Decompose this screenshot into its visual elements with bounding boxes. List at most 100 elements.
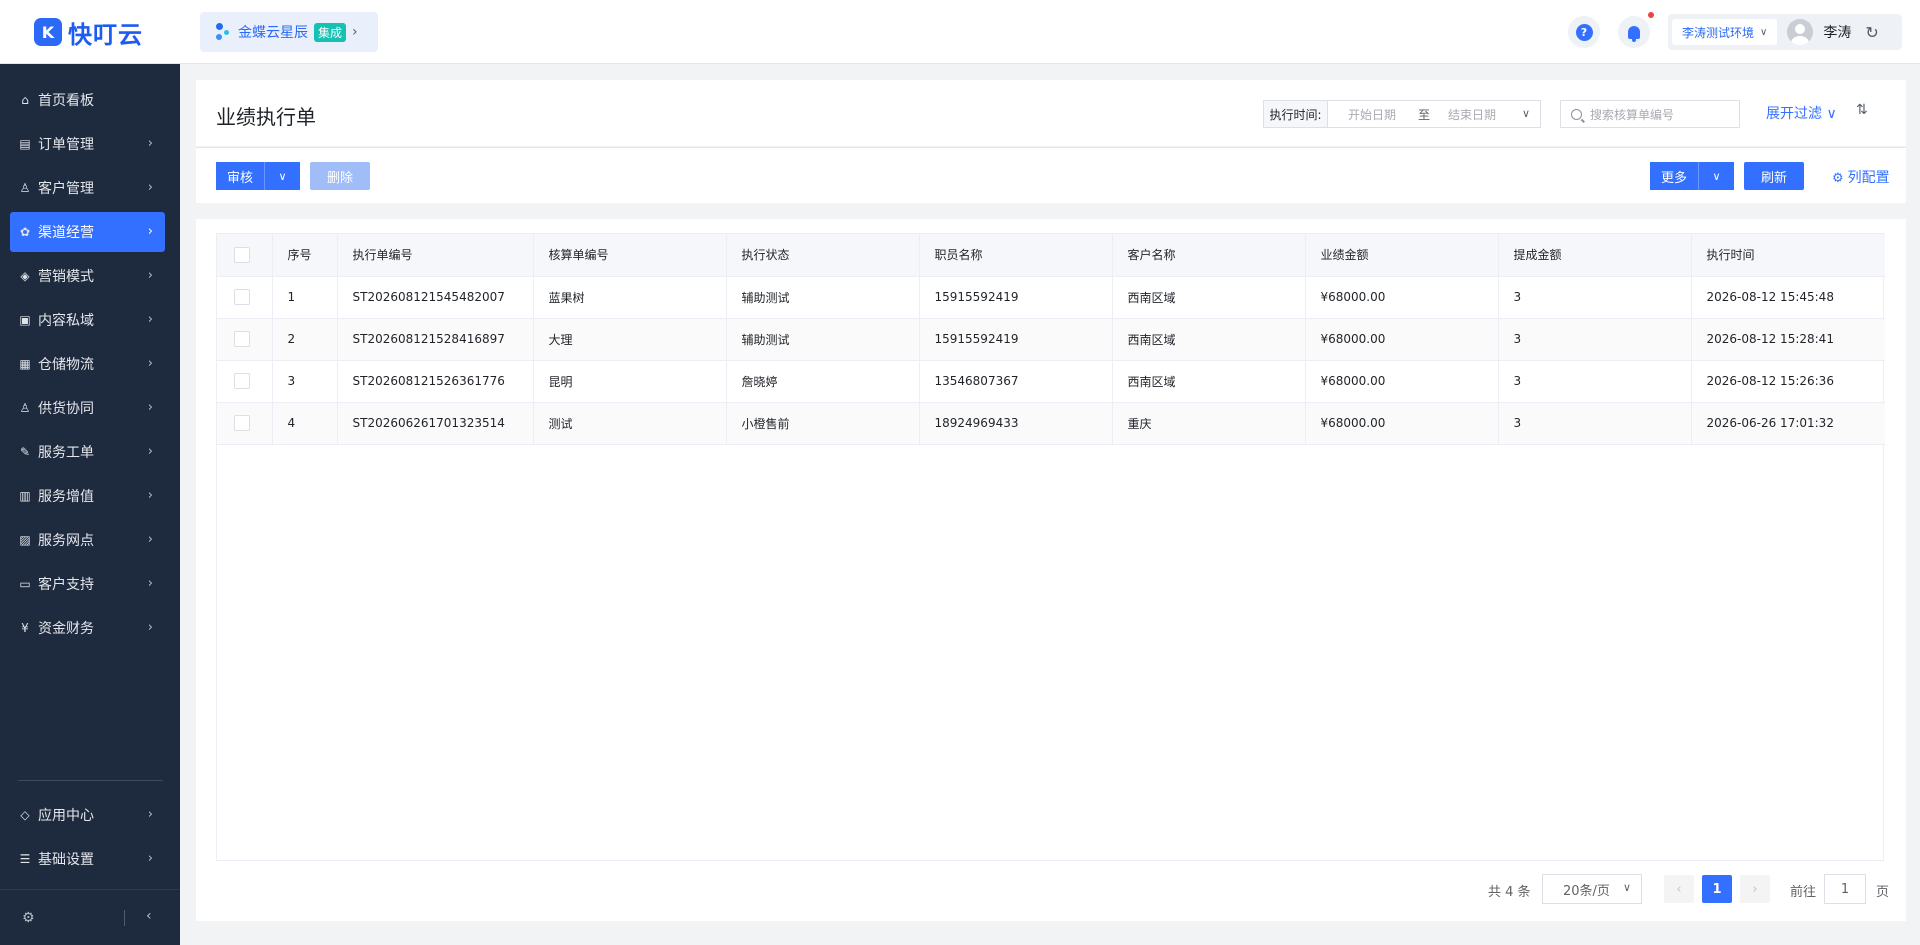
row-checkbox[interactable] [234,331,250,347]
expand-filter-link[interactable]: 展开过滤 ∨ [1766,103,1837,123]
column-header[interactable]: 执行时间 [1691,234,1885,277]
help-icon: ? [1575,23,1593,41]
data-table: 序号 执行单编号 核算单编号 执行状态 职员名称 客户名称 业绩金额 提成金额 执行时间 1 ST… [216,233,1885,861]
table-cell: 3 [272,360,338,403]
refresh-icon[interactable]: ↻ [1865,23,1878,42]
execution-date-range[interactable]: 执行时间: 开始日期 至 结束日期 ∨ [1263,100,1541,128]
select-all-checkbox[interactable] [234,246,250,263]
row-checkbox[interactable] [234,373,250,389]
delete-button[interactable]: 删除 [310,162,370,190]
environment-select[interactable]: 李涛测试环境 ∨ [1672,19,1778,45]
sidebar-item-8[interactable]: ✎ 服务工单 › [10,432,165,472]
more-dropdown-icon[interactable]: ∨ [1698,162,1734,190]
select-all-checkbox-cell [217,234,273,277]
column-header[interactable]: 客户名称 [1112,234,1306,277]
menu-icon: ▨ [19,533,31,547]
sidebar-item-12[interactable]: ¥ 资金财务 › [10,608,165,648]
sidebar-item-5[interactable]: ▣ 内容私域 › [10,300,165,340]
table-cell: 詹晓婷 [726,360,920,403]
sidebar-item-bottom-1[interactable]: ☰ 基础设置 › [10,839,165,879]
chevron-right-icon: › [147,576,153,591]
sidebar-item-9[interactable]: ▥ 服务增值 › [10,476,165,516]
sidebar-item-label: 服务网点 [38,533,94,549]
refresh-button[interactable]: 刷新 [1744,162,1804,190]
goto-page-input[interactable]: 1 [1824,874,1866,904]
brand-logo[interactable]: K 快叮云 [34,16,143,49]
audit-button[interactable]: 审核 [216,167,264,186]
page-header: 业绩执行单 执行时间: 开始日期 至 结束日期 ∨ 搜索核算单编号 展开过滤 ∨… [196,80,1906,146]
table-cell: 2026-08-12 15:26:36 [1691,360,1885,403]
table-cell: ST202606261701323514 [337,402,534,445]
notification-button[interactable] [1618,16,1650,48]
sidebar-item-1[interactable]: ▤ 订单管理 › [10,124,165,164]
table-cell: 15915592419 [919,318,1113,361]
table-cell: 13546807367 [919,360,1113,403]
help-button[interactable]: ? [1568,16,1600,48]
page-size-select[interactable]: 20条/页 ∨ [1542,874,1642,904]
gear-icon[interactable]: ⚙ [22,910,35,926]
table-cell: ¥68000.00 [1305,318,1499,361]
avatar[interactable] [1787,19,1814,45]
end-date-input[interactable]: 结束日期 [1448,106,1496,123]
sidebar-item-11[interactable]: ▭ 客户支持 › [10,564,165,604]
chevron-right-icon: › [147,851,153,866]
table-cell: 西南区域 [1112,360,1306,403]
menu-icon: ▦ [19,357,31,371]
integration-switcher[interactable]: 金蝶云星辰 集成 › [200,12,378,52]
menu-icon: ⌂ [21,93,29,107]
sidebar-item-0[interactable]: ⌂ 首页看板 [10,80,165,120]
sidebar-item-4[interactable]: ◈ 营销模式 › [10,256,165,296]
audit-dropdown-icon[interactable]: ∨ [264,162,300,190]
column-header[interactable]: 业绩金额 [1305,234,1499,277]
column-header[interactable]: 序号 [272,234,338,277]
chevron-right-icon: › [147,620,153,635]
menu-icon: ♙ [19,181,31,195]
table-row[interactable]: 3 ST202608121526361776 昆明 詹晓婷 13546807367 西南区… [217,360,1885,403]
column-header[interactable]: 执行单编号 [337,234,534,277]
column-header[interactable]: 核算单编号 [533,234,727,277]
page-title: 业绩执行单 [216,105,316,129]
sidebar-item-7[interactable]: ♙ 供货协同 › [10,388,165,428]
page-button-1[interactable]: 1 [1702,875,1732,903]
integration-badge: 集成 [314,22,347,42]
row-checkbox[interactable] [234,289,250,305]
sidebar-item-2[interactable]: ♙ 客户管理 › [10,168,165,208]
sidebar-footer: ⚙ ‹ [0,889,180,945]
column-header[interactable]: 执行状态 [726,234,920,277]
table-cell: 2026-06-26 17:01:32 [1691,402,1885,445]
more-button[interactable]: 更多 [1650,167,1698,186]
date-range-separator: 至 [1418,107,1431,122]
column-header[interactable]: 提成金额 [1498,234,1692,277]
table-row[interactable]: 4 ST202606261701323514 测试 小橙售前 18924969433 重庆… [217,402,1885,445]
prev-page-button[interactable]: ‹ [1664,875,1694,903]
start-date-input[interactable]: 开始日期 [1348,106,1396,123]
row-checkbox-cell [217,318,273,361]
sidebar-item-label: 首页看板 [38,93,94,109]
menu-icon: ◇ [20,808,30,822]
table-cell: 测试 [533,402,727,445]
collapse-sidebar-icon[interactable]: ‹ [146,908,152,924]
audit-button-group: 审核 ∨ [216,162,300,190]
table-cell: ST202608121526361776 [337,360,534,403]
goto-suffix: 页 [1876,885,1890,900]
sidebar-item-bottom-0[interactable]: ◇ 应用中心 › [10,795,165,835]
table-cell: 辅助测试 [726,276,920,319]
sidebar-item-6[interactable]: ▦ 仓储物流 › [10,344,165,384]
sidebar-item-10[interactable]: ▨ 服务网点 › [10,520,165,560]
table-row[interactable]: 2 ST202608121528416897 大理 辅助测试 15915592419 西南… [217,318,1885,361]
sidebar-item-3[interactable]: ✿ 渠道经营 › [10,212,165,252]
menu-icon: ▣ [19,313,31,327]
next-page-button[interactable]: › [1740,875,1770,903]
table-row[interactable]: 1 ST202608121545482007 蓝果树 辅助测试 15915592419 西… [217,276,1885,319]
chevron-right-icon: › [147,136,153,151]
sort-icon[interactable]: ⇅ [1856,102,1868,118]
table-cell: 蓝果树 [533,276,727,319]
column-header[interactable]: 职员名称 [919,234,1113,277]
column-config-link[interactable]: ⚙ 列配置 [1832,167,1890,187]
search-input[interactable]: 搜索核算单编号 [1560,100,1740,128]
search-icon [1571,108,1582,120]
user-name[interactable]: 李涛 [1823,22,1851,42]
sidebar-item-label: 基础设置 [38,852,94,868]
row-checkbox[interactable] [234,415,250,431]
integration-name: 金蝶云星辰 [238,25,308,41]
